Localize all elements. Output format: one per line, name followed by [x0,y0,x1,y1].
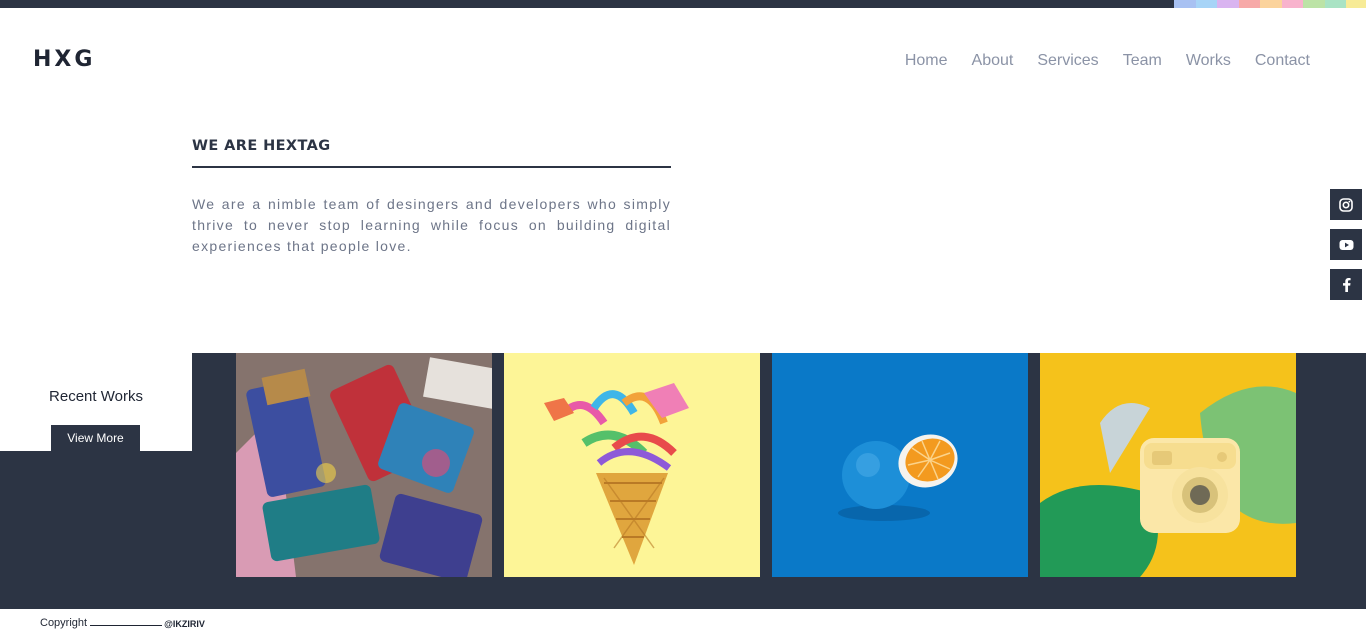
nav-works[interactable]: Works [1186,52,1231,70]
instagram-icon [1339,197,1353,212]
color-swatch [1346,0,1366,8]
color-swatch [1238,0,1260,8]
color-swatch-strip [1174,0,1366,8]
works-left-band [0,451,192,609]
paint-brushes-image [236,353,492,577]
footer-handle[interactable]: @IKZIRIV [164,619,205,629]
hero-title: WE ARE HEXTAG [192,138,671,168]
work-tile-camera[interactable] [1040,353,1296,577]
youtube-icon [1339,239,1353,250]
footer: Copyright @IKZIRIV [40,617,205,629]
hero-section: WE ARE HEXTAG We are a nimble team of de… [192,138,671,257]
nav-contact[interactable]: Contact [1255,52,1310,70]
main-nav: Home About Services Team Works Contact [905,52,1310,70]
color-swatch [1260,0,1282,8]
color-swatch [1217,0,1239,8]
hero-text: We are a nimble team of desingers and de… [192,196,671,254]
ice-cream-confetti-image [504,353,760,577]
nav-home[interactable]: Home [905,52,948,70]
youtube-button[interactable] [1330,229,1362,260]
facebook-icon [1342,278,1351,292]
color-swatch [1174,0,1196,8]
work-tile-blue-orange[interactable] [772,353,1028,577]
social-links [1330,189,1362,300]
facebook-button[interactable] [1330,269,1362,300]
color-swatch [1195,0,1217,8]
top-bar [0,0,1366,8]
site-logo[interactable]: HXG [33,47,95,72]
instant-camera-image [1040,353,1296,577]
recent-works-label: Recent Works [49,388,143,405]
nav-team[interactable]: Team [1123,52,1162,70]
view-more-button[interactable]: View More [51,425,140,451]
blue-orange-image [772,353,1028,577]
color-swatch [1303,0,1325,8]
work-tile-ice-cream[interactable] [504,353,760,577]
work-tile-paint-brushes[interactable] [236,353,492,577]
color-swatch [1281,0,1303,8]
nav-services[interactable]: Services [1037,52,1098,70]
footer-divider-line [90,625,163,626]
color-swatch [1324,0,1346,8]
nav-about[interactable]: About [972,52,1014,70]
copyright-text: Copyright [40,617,88,629]
instagram-button[interactable] [1330,189,1362,220]
